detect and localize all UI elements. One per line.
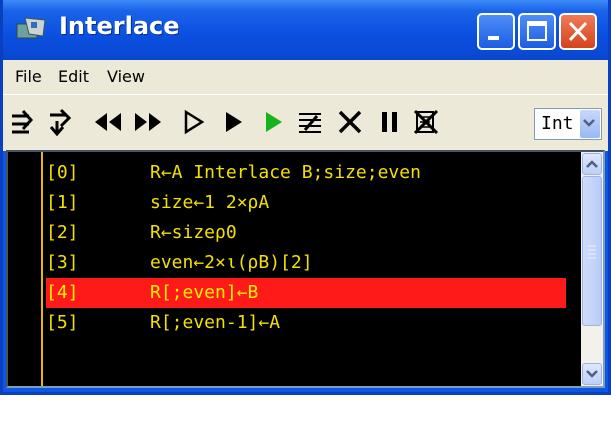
execute-line-icon[interactable]	[9, 107, 39, 137]
line-code: even←2×⍳(⍴B)[2]	[150, 252, 313, 273]
line-code: R←A Interlace B;size;even	[150, 162, 421, 183]
line-number: [4]	[46, 282, 79, 303]
code-line-0[interactable]: [0] R←A Interlace B;size;even	[46, 158, 566, 188]
menu-edit[interactable]: Edit	[58, 67, 89, 86]
maximize-button[interactable]	[518, 13, 556, 50]
code-line-2[interactable]: [2] R←size⍴0	[46, 218, 566, 248]
code-line-3[interactable]: [3] even←2×⍳(⍴B)[2]	[46, 248, 566, 278]
menu-bar: File Edit View	[3, 60, 608, 94]
forward-icon[interactable]	[131, 107, 161, 137]
line-number: [0]	[46, 162, 79, 183]
pause-icon[interactable]	[375, 107, 405, 137]
toolbar: Int	[3, 94, 608, 151]
line-code: R[;even]←B	[150, 282, 259, 303]
window-title: Interlace	[59, 12, 180, 40]
line-code: R←size⍴0	[150, 222, 237, 243]
scroll-up-button[interactable]	[582, 153, 602, 175]
menu-view[interactable]: View	[107, 67, 145, 86]
chevron-up-icon	[586, 160, 598, 168]
thread-combo-value: Int	[541, 113, 574, 134]
backward-icon[interactable]	[91, 107, 121, 137]
restart-thread-icon[interactable]	[259, 107, 289, 137]
run-icon[interactable]	[219, 107, 249, 137]
chevron-down-icon	[586, 370, 598, 378]
combo-dropdown-button[interactable]	[580, 110, 600, 138]
menu-file[interactable]: File	[15, 67, 42, 86]
scroll-thumb[interactable]	[582, 176, 602, 326]
edit-icon[interactable]	[295, 107, 325, 137]
line-code: R[;even-1]←A	[150, 312, 281, 333]
gutter-divider	[41, 152, 43, 386]
app-window: Interlace File Edit View Int [0] R←A Int…	[0, 0, 611, 395]
interrupt-icon[interactable]	[411, 107, 441, 137]
line-code: size←1 2×⍴A	[150, 192, 270, 213]
code-editor[interactable]: [0] R←A Interlace B;size;even [1] size←1…	[6, 150, 605, 388]
line-number: [3]	[46, 252, 79, 273]
vertical-scrollbar[interactable]	[581, 152, 603, 386]
code-line-1[interactable]: [1] size←1 2×⍴A	[46, 188, 566, 218]
thread-combo[interactable]: Int	[534, 108, 602, 140]
chevron-down-icon	[583, 119, 595, 127]
maximize-icon	[527, 21, 547, 41]
quit-icon[interactable]	[335, 107, 365, 137]
scroll-down-button[interactable]	[582, 363, 602, 385]
title-bar[interactable]: Interlace	[3, 0, 608, 60]
close-icon	[568, 21, 588, 42]
dyalog-apl-icon	[15, 14, 49, 44]
code-line-4-current[interactable]: [4] R[;even]←B	[46, 278, 566, 308]
line-number: [5]	[46, 312, 79, 333]
minimize-icon	[488, 36, 499, 40]
line-number: [2]	[46, 222, 79, 243]
minimize-button[interactable]	[477, 13, 515, 50]
trace-into-icon[interactable]	[47, 107, 77, 137]
close-button[interactable]	[559, 13, 597, 50]
continue-icon[interactable]	[179, 107, 209, 137]
code-line-5[interactable]: [5] R[;even-1]←A	[46, 308, 566, 338]
line-number: [1]	[46, 192, 79, 213]
grip-icon	[588, 245, 596, 259]
